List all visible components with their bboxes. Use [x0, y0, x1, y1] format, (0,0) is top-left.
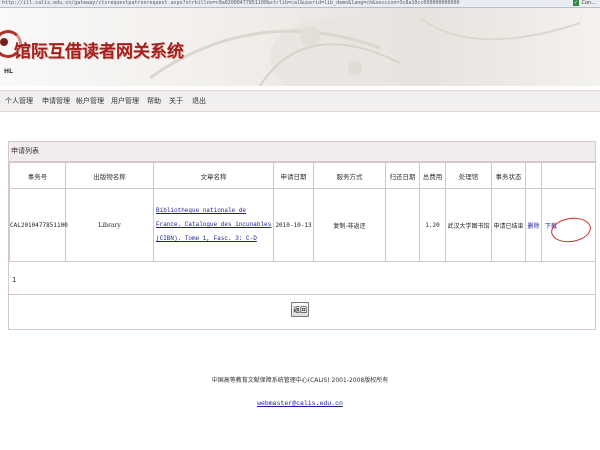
main-menu: 个人管理 申请管理 帐户管理 用户管理 帮助 关于 退出 [0, 90, 600, 112]
menu-item-account[interactable]: 帐户管理 [76, 91, 104, 111]
back-button[interactable]: 返回 [291, 302, 309, 317]
col-library: 处理馆 [445, 162, 492, 189]
article-title-link[interactable]: Bibliotheque nationale de France. Catalo… [156, 204, 273, 246]
cell-article: Bibliotheque nationale de France. Catalo… [153, 188, 274, 262]
panel-title: 申请列表 [11, 147, 39, 155]
menu-item-users[interactable]: 用户管理 [111, 91, 139, 111]
status-right-text: Con... [581, 0, 597, 6]
cell-publication: Library [65, 188, 154, 262]
cell-status: 申请已结束 [491, 188, 526, 262]
menu-item-logout[interactable]: 退出 [192, 91, 206, 111]
footer-email-link[interactable]: webmaster@calis.edu.cn [0, 400, 600, 407]
col-txn-id: 事务号 [9, 162, 66, 189]
delete-link[interactable]: 删除 [527, 223, 539, 230]
result-count-row: 1 [9, 268, 595, 295]
panel-header: 申请列表 [9, 142, 595, 162]
request-table: 事务号 出版物名称 文章名称 申请日期 服务方式 归还日期 总费用 处理馆 事务… [9, 162, 596, 262]
check-icon[interactable]: ✓ [572, 0, 579, 6]
cell-fee: 1.20 [419, 188, 446, 262]
menu-item-about[interactable]: 关于 [169, 91, 183, 111]
menu-item-help[interactable]: 帮助 [147, 91, 161, 111]
site-banner: HL 馆际互借读者网关系统 [0, 8, 600, 86]
address-url[interactable]: http://ill.calis.edu.cn/gateway/ctsreque… [2, 0, 460, 7]
browser-address-bar[interactable]: http://ill.calis.edu.cn/gateway/ctsreque… [0, 0, 600, 8]
cell-txn-id: CAL2010477851100 [9, 188, 68, 262]
col-article: 文章名称 [153, 162, 274, 189]
col-return-date: 归还日期 [385, 162, 420, 189]
footer-copyright: 中国高等教育文献保障系统管理中心(CALIS) 2001-2008版权所有 [211, 377, 389, 384]
col-service: 服务方式 [313, 162, 386, 189]
site-title: 馆际互借读者网关系统 [14, 42, 184, 62]
menu-item-personal[interactable]: 个人管理 [5, 91, 33, 111]
cell-service: 复制-非返还 [313, 188, 386, 262]
col-action-2 [541, 162, 596, 189]
address-bar-right: ✓ Con... [572, 0, 596, 7]
cell-return-date [385, 188, 420, 262]
col-fee: 总费用 [419, 162, 446, 189]
logo-text: HL [4, 68, 13, 75]
table-header-row: 事务号 出版物名称 文章名称 申请日期 服务方式 归还日期 总费用 处理馆 事务… [9, 162, 596, 189]
table-row: CAL2010477851100 Library Bibliotheque na… [9, 188, 596, 262]
col-request-date: 申请日期 [273, 162, 314, 189]
result-count: 1 [12, 276, 17, 284]
col-action-1 [525, 162, 542, 189]
col-publication: 出版物名称 [65, 162, 154, 189]
cell-library: 武汉大学图书馆 [445, 188, 492, 262]
logo-dot-icon [0, 38, 8, 46]
cell-delete: 删除 [525, 188, 542, 262]
cell-request-date: 2010-10-13 [273, 188, 314, 262]
menu-item-requests[interactable]: 申请管理 [42, 91, 70, 111]
col-status: 事务状态 [491, 162, 526, 189]
